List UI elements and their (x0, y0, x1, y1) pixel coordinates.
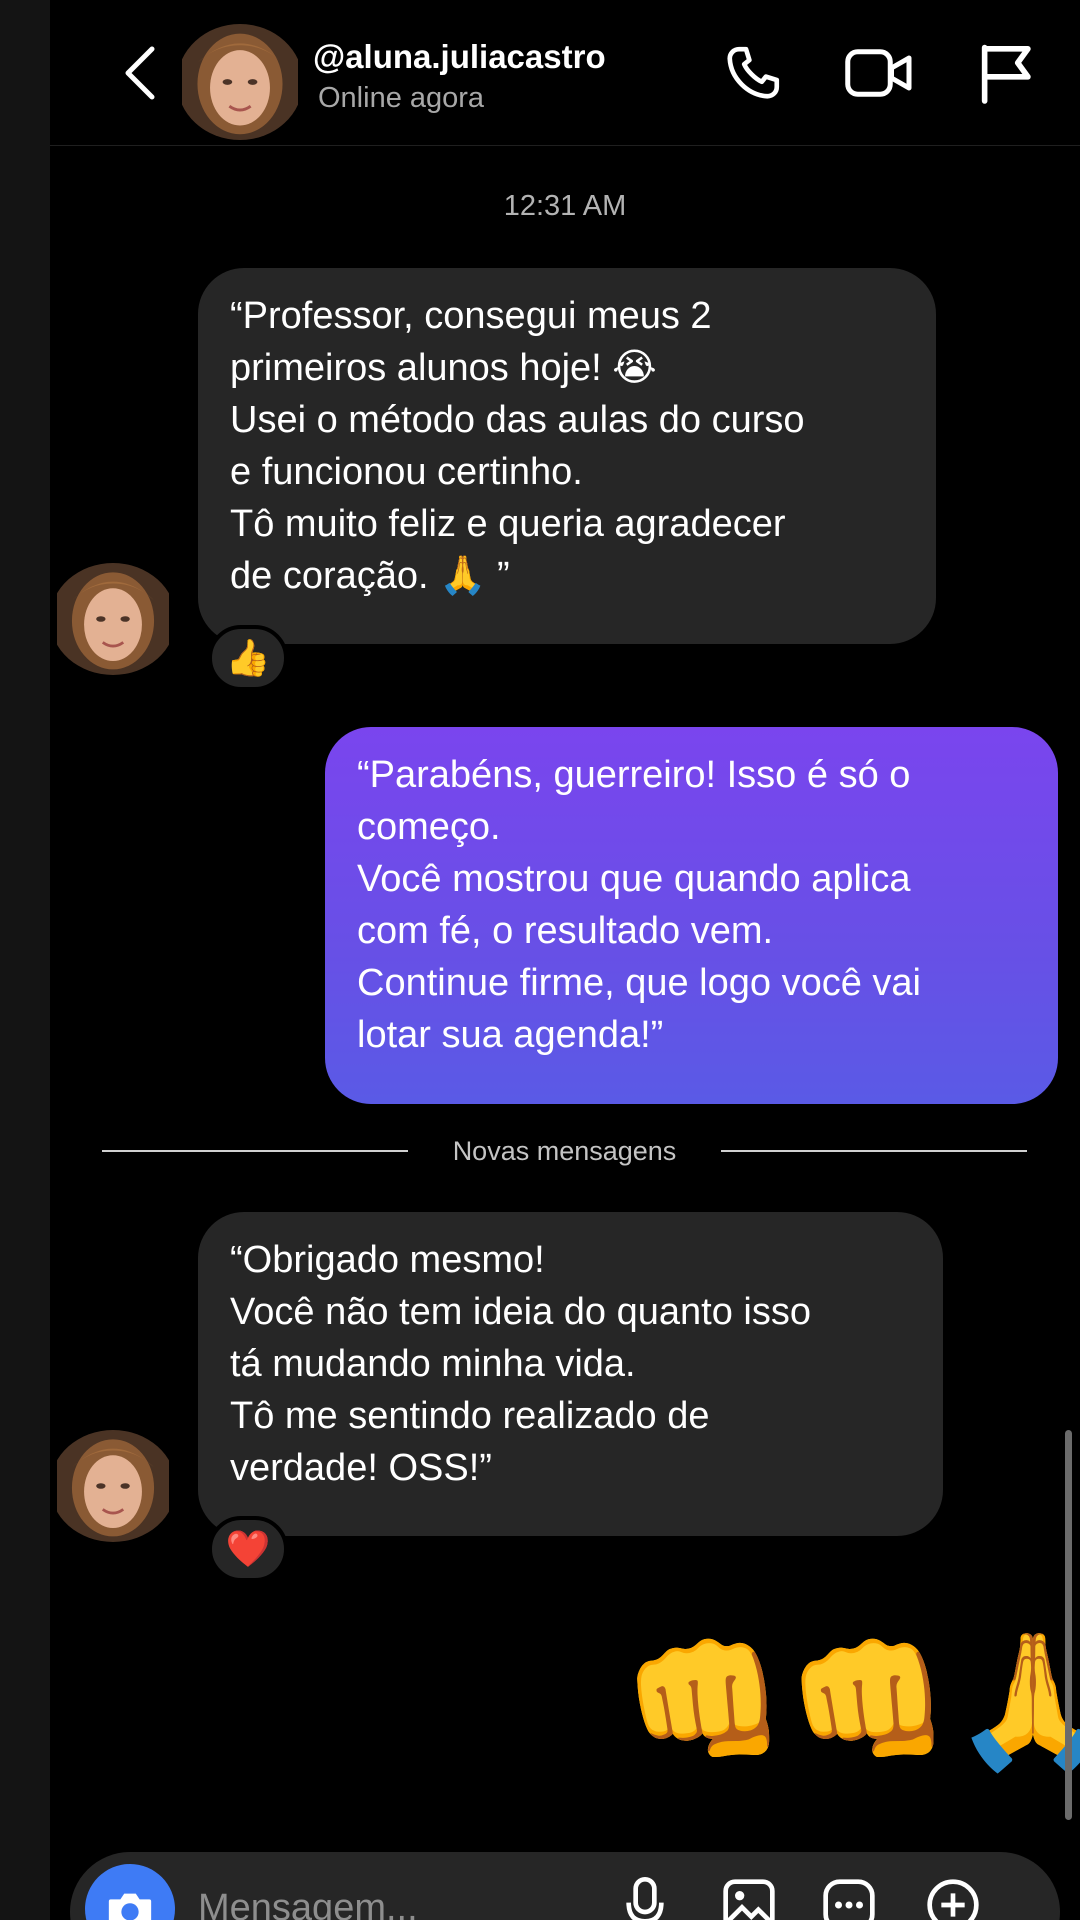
incoming-message-bubble[interactable]: “Professor, consegui meus 2 primeiros al… (198, 268, 936, 644)
emoji-message[interactable]: 👊👊🙏 (622, 1626, 1080, 1776)
contact-avatar[interactable] (177, 24, 303, 140)
phone-icon (727, 46, 780, 99)
video-call-button[interactable] (844, 38, 914, 108)
reaction-badge[interactable]: 👍 (208, 625, 288, 691)
sender-avatar[interactable] (50, 1430, 176, 1542)
avatar-photo (57, 1430, 169, 1542)
message-timestamp: 12:31 AM (503, 190, 627, 222)
call-button[interactable] (718, 38, 788, 108)
chat-header: @aluna.juliacastro Online agora (50, 0, 1080, 146)
scrollbar[interactable] (1065, 1430, 1072, 1820)
flag-icon (981, 44, 1031, 104)
reaction-badge[interactable]: ❤️ (208, 1516, 288, 1582)
incoming-message-bubble[interactable]: “Obrigado mesmo! Você não tem ideia do q… (198, 1212, 943, 1536)
camera-button[interactable] (85, 1864, 175, 1920)
new-messages-divider: Novas mensagens (102, 1136, 1027, 1166)
dm-screen: @aluna.juliacastro Online agora 12:31 AM… (50, 0, 1080, 1920)
contact-username[interactable]: @aluna.juliacastro (313, 38, 606, 76)
voice-message-button[interactable] (612, 1872, 678, 1920)
report-button[interactable] (970, 38, 1040, 108)
divider-line (721, 1150, 1027, 1152)
chevron-left-icon (125, 46, 155, 100)
avatar-photo (57, 563, 169, 675)
avatar-photo (182, 24, 298, 140)
online-status: Online agora (318, 82, 485, 114)
message-input[interactable] (198, 1880, 558, 1920)
gallery-button[interactable] (716, 1872, 782, 1920)
sticker-icon (823, 1879, 875, 1920)
camera-icon (108, 1893, 152, 1920)
sticker-button[interactable] (816, 1872, 882, 1920)
message-composer (70, 1852, 1060, 1920)
image-icon (723, 1879, 775, 1920)
add-button[interactable] (920, 1872, 986, 1920)
back-button[interactable] (110, 38, 170, 108)
plus-circle-icon (927, 1879, 979, 1920)
outgoing-message-bubble[interactable]: “Parabéns, guerreiro! Isso é só o começo… (325, 727, 1058, 1104)
microphone-icon (626, 1877, 664, 1920)
left-edge-strip (0, 0, 50, 1920)
video-camera-icon (845, 49, 912, 97)
sender-avatar[interactable] (50, 563, 176, 675)
